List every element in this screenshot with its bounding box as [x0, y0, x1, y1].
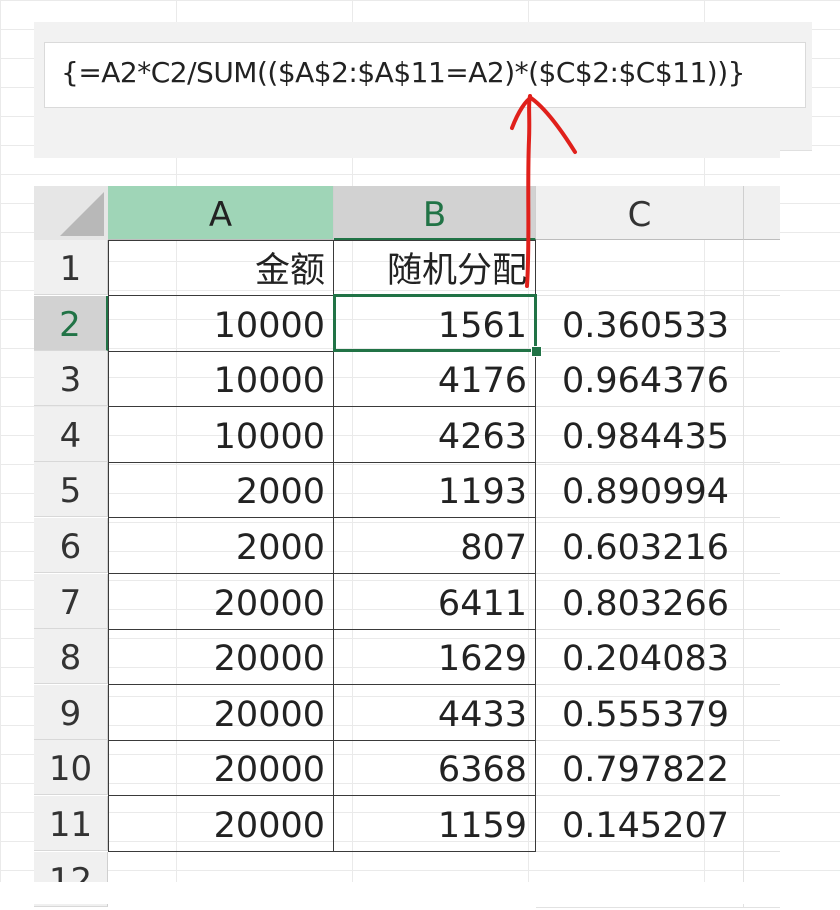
- cell-d10[interactable]: [744, 740, 780, 797]
- formula-bar-panel: {=A2*C2/SUM(($A$2:$A$11=A2)*($C$2:$C$11)…: [34, 22, 812, 151]
- cell-a7[interactable]: 20000: [108, 573, 334, 630]
- cell-a5[interactable]: 2000: [108, 462, 334, 519]
- row-header-1[interactable]: 1: [34, 240, 108, 295]
- cell-a8[interactable]: 20000: [108, 629, 334, 686]
- cell-c1[interactable]: [536, 240, 744, 296]
- select-all-triangle-icon: [60, 192, 104, 236]
- cell-b11[interactable]: 1159: [334, 796, 536, 852]
- cell-d1[interactable]: [744, 240, 780, 296]
- row-header-2[interactable]: 2: [34, 295, 108, 351]
- panel-strip: [34, 150, 780, 158]
- cell-d4[interactable]: [744, 407, 780, 463]
- cell-b9[interactable]: 4433: [334, 684, 536, 741]
- cell-b6[interactable]: 807: [334, 518, 536, 574]
- cell-d6[interactable]: [744, 518, 780, 574]
- cell-a11[interactable]: 20000: [108, 796, 334, 852]
- cell-d8[interactable]: [744, 629, 780, 686]
- cell-c5[interactable]: 0.890994: [536, 462, 744, 519]
- row-header-3[interactable]: 3: [34, 351, 108, 407]
- cell-a2[interactable]: 10000: [108, 295, 334, 352]
- cell-b7[interactable]: 6411: [334, 573, 536, 630]
- cell-c7[interactable]: 0.803266: [536, 573, 744, 630]
- cell-b2[interactable]: 1561: [334, 295, 536, 352]
- cell-b10[interactable]: 6368: [334, 740, 536, 797]
- formula-text: {=A2*C2/SUM(($A$2:$A$11=A2)*($C$2:$C$11)…: [61, 56, 745, 89]
- row-header-4[interactable]: 4: [34, 406, 108, 462]
- screenshot-bottom-edge: [0, 882, 840, 904]
- cell-c10[interactable]: 0.797822: [536, 740, 744, 797]
- cell-c8[interactable]: 0.204083: [536, 629, 744, 686]
- row-header-5[interactable]: 5: [34, 462, 108, 518]
- cell-a1[interactable]: 金额: [108, 240, 334, 296]
- cell-c6[interactable]: 0.603216: [536, 518, 744, 574]
- column-header-a[interactable]: A: [108, 186, 334, 240]
- column-header-d[interactable]: [744, 186, 780, 240]
- row-header-8[interactable]: 8: [34, 629, 108, 685]
- cell-b1[interactable]: 随机分配: [334, 240, 536, 296]
- column-header-b[interactable]: B: [334, 186, 536, 240]
- row-header-11[interactable]: 11: [34, 796, 108, 851]
- cell-a10[interactable]: 20000: [108, 740, 334, 797]
- cell-c9[interactable]: 0.555379: [536, 684, 744, 741]
- cell-c11[interactable]: 0.145207: [536, 796, 744, 852]
- cell-b5[interactable]: 1193: [334, 462, 536, 519]
- row-header-7[interactable]: 7: [34, 573, 108, 629]
- cell-a3[interactable]: 10000: [108, 351, 334, 408]
- row-header-9[interactable]: 9: [34, 684, 108, 740]
- row-header-10[interactable]: 10: [34, 740, 108, 796]
- cell-d2[interactable]: [744, 296, 780, 352]
- column-header-c[interactable]: C: [536, 186, 744, 240]
- cell-c2[interactable]: 0.360533: [536, 295, 744, 352]
- cell-c3[interactable]: 0.964376: [536, 351, 744, 408]
- cell-d11[interactable]: [744, 796, 780, 852]
- fill-handle[interactable]: [531, 346, 542, 357]
- cell-c4[interactable]: 0.984435: [536, 406, 744, 463]
- cell-d9[interactable]: [744, 685, 780, 741]
- cell-b3[interactable]: 4176: [334, 351, 536, 408]
- cell-a9[interactable]: 20000: [108, 684, 334, 741]
- cell-d5[interactable]: [744, 462, 780, 519]
- cell-a6[interactable]: 2000: [108, 518, 334, 574]
- formula-bar[interactable]: {=A2*C2/SUM(($A$2:$A$11=A2)*($C$2:$C$11)…: [44, 42, 806, 108]
- cell-a4[interactable]: 10000: [108, 406, 334, 463]
- cell-d3[interactable]: [744, 351, 780, 408]
- cell-b4[interactable]: 4263: [334, 406, 536, 463]
- cell-d7[interactable]: [744, 574, 780, 630]
- cell-b8[interactable]: 1629: [334, 629, 536, 686]
- select-all-corner[interactable]: [34, 186, 109, 241]
- row-header-6[interactable]: 6: [34, 518, 108, 573]
